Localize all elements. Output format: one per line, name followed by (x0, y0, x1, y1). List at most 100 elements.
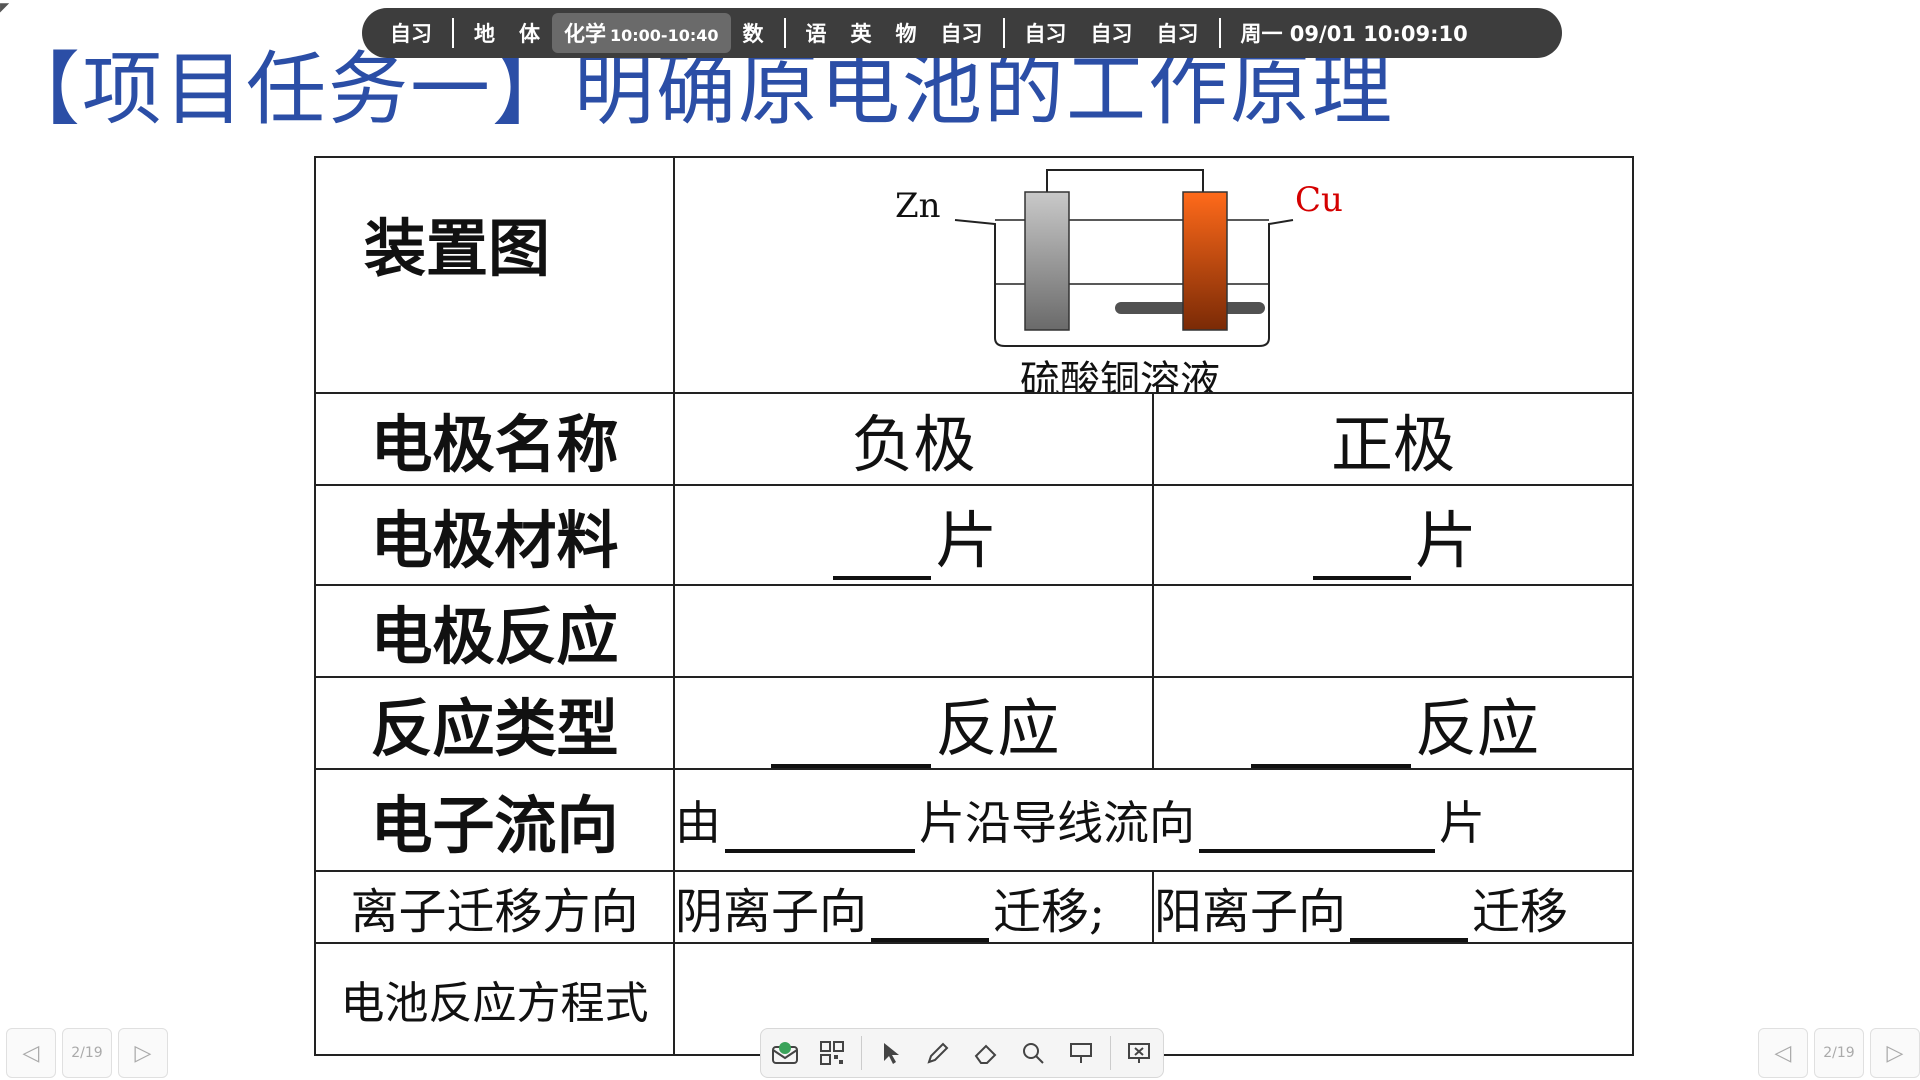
fill-blank[interactable] (1350, 937, 1469, 941)
electron-flow-label: 电子流向 (314, 768, 675, 872)
page-count: 2/19 (71, 1045, 103, 1061)
zinc-label: Zn (895, 186, 941, 226)
cell-equation-label: 电池反应方程式 (314, 942, 675, 1056)
fill-blank[interactable] (1250, 763, 1411, 767)
eraser-button[interactable] (967, 1034, 1005, 1072)
schedule-slot: 地 (474, 22, 495, 46)
schedule-divider (783, 18, 786, 48)
prev-page-button[interactable]: ◁ (6, 1028, 56, 1078)
toolbar-divider (1109, 1036, 1111, 1070)
cell-principle-table: 装置图 Zn Cu 硫酸铜溶液 电极名称 负极 正极 电极材料 片 片 电极反应… (314, 156, 1634, 1056)
toolbar-divider (860, 1036, 862, 1070)
pointer-icon (883, 1043, 899, 1064)
copper-label: Cu (1295, 180, 1343, 220)
schedule-divider (1218, 18, 1221, 48)
ion-migration-label: 离子迁移方向 (314, 870, 675, 944)
electron-flow-cell: 由 片沿导线流向 片 (673, 768, 1634, 872)
schedule-bar: 自习 地 体 化学 10:00-10:40 数 语 英 物 自习 自习 自习 自习… (362, 8, 1562, 58)
prev-page-button[interactable]: ◁ (1758, 1028, 1808, 1078)
positive-material-cell: 片 (1152, 484, 1634, 586)
chevron-right-icon: ▷ (134, 1040, 152, 1066)
current-subject: 化学 (564, 22, 606, 46)
schedule-divider (1002, 18, 1005, 48)
device-label: 装置图 (364, 212, 551, 285)
material-suffix: 片 (1414, 504, 1477, 577)
flow-prefix: 由 (675, 796, 721, 850)
fill-blank[interactable] (771, 763, 932, 767)
chevron-right-icon: ▷ (1886, 1040, 1904, 1066)
left-pager: ◁ 2/19 ▷ (6, 1028, 168, 1078)
connecting-wire (1046, 169, 1204, 192)
electrode-name-label: 电极名称 (314, 392, 675, 486)
device-label-cell: 装置图 (314, 156, 675, 394)
negative-reaction-type-cell: 反应 (673, 676, 1154, 770)
schedule-divider (452, 18, 454, 48)
pointer-button[interactable] (872, 1034, 910, 1072)
electrode-reaction-label: 电极反应 (314, 584, 675, 678)
date-time-clock: 周一 09/01 10:09:10 (1240, 22, 1468, 46)
device-diagram-cell: Zn Cu 硫酸铜溶液 (673, 156, 1634, 394)
reaction-type-label: 反应类型 (314, 676, 675, 770)
schedule-slot: 数 (742, 22, 764, 46)
schedule-slot: 自习 (1090, 22, 1133, 46)
schedule-slot: 物 (895, 22, 917, 46)
cation-migration-cell: 阳离子向 迁移 (1152, 870, 1634, 944)
window-corner-icon: ◤ (0, 0, 10, 14)
flow-middle: 片沿导线流向 (919, 796, 1195, 850)
material-suffix: 片 (935, 504, 998, 577)
schedule-slot: 自习 (1156, 22, 1199, 46)
page-counter: 2/19 (1814, 1028, 1864, 1078)
page-count: 2/19 (1823, 1045, 1855, 1061)
presentation-toolbar (760, 1028, 1164, 1078)
solution-caption: 硫酸铜溶液 (1020, 358, 1220, 393)
reaction-type-suffix: 反应 (935, 692, 1060, 765)
positive-reaction-type-cell: 反应 (1152, 676, 1634, 770)
schedule-slot: 自习 (1024, 22, 1067, 46)
anion-prefix: 阴离子向 (675, 884, 868, 940)
whiteboard-icon (771, 1042, 798, 1064)
grid-button[interactable] (813, 1034, 851, 1072)
page-counter: 2/19 (62, 1028, 112, 1078)
next-page-button[interactable]: ▷ (118, 1028, 168, 1078)
fill-blank[interactable] (1312, 575, 1411, 580)
cation-prefix: 阳离子向 (1154, 884, 1347, 940)
fill-blank[interactable] (833, 575, 932, 580)
negative-electrode-cell: 负极 (673, 392, 1154, 486)
chevron-left-icon: ◁ (22, 1040, 40, 1066)
schedule-slot: 自习 (940, 22, 983, 46)
fill-blank[interactable] (871, 937, 990, 941)
schedule-slot: 自习 (390, 22, 432, 46)
electrode-material-label: 电极材料 (314, 484, 675, 586)
flow-suffix: 片 (1439, 796, 1485, 850)
next-page-button[interactable]: ▷ (1870, 1028, 1920, 1078)
right-pager: ◁ 2/19 ▷ (1758, 1028, 1920, 1078)
pen-icon (927, 1042, 949, 1064)
pen-button[interactable] (919, 1034, 957, 1072)
eraser-icon (974, 1044, 997, 1064)
schedule-slot: 体 (519, 22, 540, 46)
anion-migration-cell: 阴离子向 迁移; (673, 870, 1154, 944)
board-button[interactable] (1062, 1034, 1100, 1072)
positive-electrode-cell: 正极 (1152, 392, 1634, 486)
schedule-current-slot: 化学 10:00-10:40 (552, 13, 731, 53)
anion-suffix: 迁移; (993, 884, 1106, 940)
exit-present-icon (1128, 1043, 1151, 1063)
positive-reaction-cell[interactable] (1152, 584, 1634, 678)
fill-blank[interactable] (1199, 848, 1435, 853)
reaction-type-suffix: 反应 (1414, 692, 1539, 765)
zinc-electrode (1024, 191, 1070, 331)
whiteboard-button[interactable] (766, 1034, 804, 1072)
exit-present-button[interactable] (1120, 1034, 1158, 1072)
beaker (954, 219, 1294, 347)
fill-blank[interactable] (725, 848, 915, 853)
cation-suffix: 迁移 (1472, 884, 1569, 940)
current-time-range: 10:00-10:40 (610, 26, 719, 45)
zoom-button[interactable] (1014, 1034, 1052, 1072)
negative-material-cell: 片 (673, 484, 1154, 586)
zoom-icon (1023, 1043, 1045, 1064)
grid-icon (820, 1041, 845, 1065)
chevron-left-icon: ◁ (1774, 1040, 1792, 1066)
board-icon (1069, 1043, 1092, 1063)
copper-electrode (1182, 191, 1228, 331)
negative-reaction-cell[interactable] (673, 584, 1154, 678)
